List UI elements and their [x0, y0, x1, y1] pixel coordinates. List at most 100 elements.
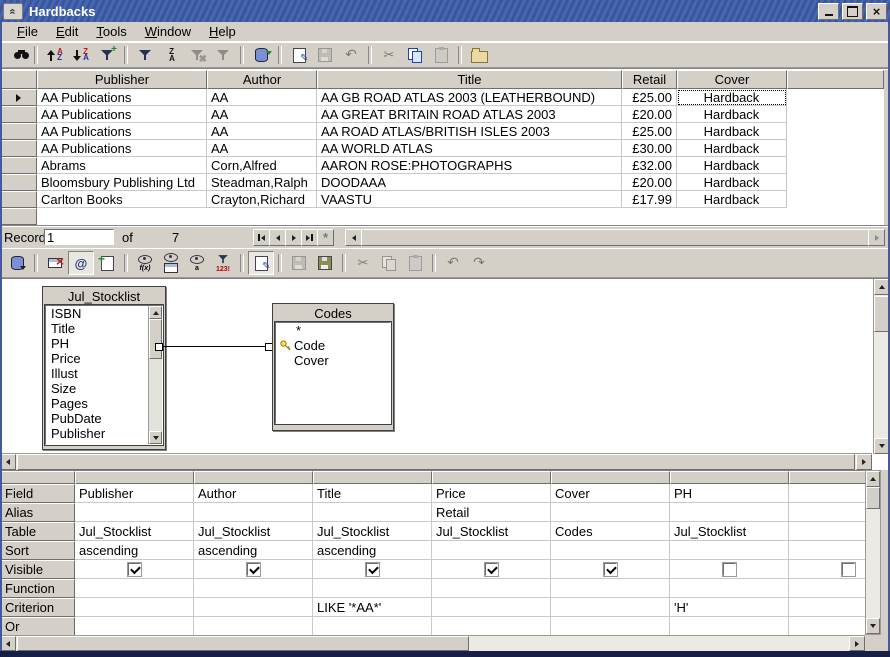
sort-order-button[interactable]: ZA: [158, 43, 184, 67]
criterion-cell[interactable]: [432, 598, 551, 617]
edit-button[interactable]: ✎: [248, 251, 274, 275]
cell[interactable]: AA: [207, 106, 317, 123]
sort-cell[interactable]: [432, 541, 551, 560]
criterion-cell[interactable]: [789, 598, 865, 617]
edit-data-button[interactable]: ✎: [286, 43, 312, 67]
scroll-thumb[interactable]: [17, 454, 855, 470]
last-record-button[interactable]: [301, 229, 318, 246]
cell[interactable]: Hardback: [677, 106, 787, 123]
cell[interactable]: DOODAAA: [317, 174, 622, 191]
scroll-down-button[interactable]: [866, 618, 880, 634]
criterion-cell[interactable]: [551, 598, 670, 617]
or-cell[interactable]: [551, 617, 670, 635]
criterion-cell[interactable]: [194, 598, 313, 617]
visible-checkbox[interactable]: [247, 563, 260, 576]
next-record-button[interactable]: [285, 229, 302, 246]
visible-checkbox[interactable]: [604, 563, 617, 576]
scroll-up-button[interactable]: [866, 471, 880, 487]
cell[interactable]: AA Publications: [37, 89, 207, 106]
menu-tools[interactable]: Tools: [87, 22, 135, 41]
first-record-button[interactable]: [253, 229, 270, 246]
sort-descending-button[interactable]: ZA: [68, 43, 94, 67]
cell[interactable]: Carlton Books: [37, 191, 207, 208]
column-header-author[interactable]: Author: [207, 70, 317, 89]
cell[interactable]: Bloomsbury Publishing Ltd: [37, 174, 207, 191]
visible-cell[interactable]: [194, 560, 313, 579]
alias-button[interactable]: a: [184, 251, 210, 275]
cut-button[interactable]: ✂: [376, 43, 402, 67]
grid-hscroll-thumb[interactable]: [361, 229, 869, 246]
cell[interactable]: Hardback: [677, 174, 787, 191]
field-cell[interactable]: PH: [670, 484, 789, 503]
field-item[interactable]: Illust: [46, 366, 162, 381]
close-button[interactable]: ×: [866, 3, 887, 20]
or-cell[interactable]: [670, 617, 789, 635]
scroll-left-button[interactable]: [0, 454, 16, 470]
field-cell[interactable]: Publisher: [75, 484, 194, 503]
criterion-cell[interactable]: 'H': [670, 598, 789, 617]
table-cell[interactable]: Jul_Stocklist: [75, 522, 194, 541]
cell[interactable]: £20.00: [622, 106, 677, 123]
cell[interactable]: AARON ROSE:PHOTOGRAPHS: [317, 157, 622, 174]
grid-corner[interactable]: [0, 70, 37, 89]
table-name-button[interactable]: [158, 251, 184, 275]
cell[interactable]: AA Publications: [37, 140, 207, 157]
design-table-codes[interactable]: Codes * Code Cover: [272, 303, 394, 431]
or-cell[interactable]: [313, 617, 432, 635]
column-header-retail[interactable]: Retail: [622, 70, 677, 89]
add-tables-button[interactable]: +: [94, 251, 120, 275]
table-cell[interactable]: Jul_Stocklist: [670, 522, 789, 541]
sort-cell[interactable]: [551, 541, 670, 560]
field-cell[interactable]: Author: [194, 484, 313, 503]
visible-checkbox[interactable]: [128, 563, 141, 576]
field-item[interactable]: PH: [46, 336, 162, 351]
scroll-down-button[interactable]: [149, 431, 162, 444]
data-source-as-table-button[interactable]: [466, 43, 492, 67]
cell[interactable]: AA GB ROAD ATLAS 2003 (LEATHERBOUND): [317, 89, 622, 106]
design-table-jul-stocklist[interactable]: Jul_Stocklist ISBN Title PH Price Illust…: [42, 286, 166, 450]
refresh-button[interactable]: [248, 43, 274, 67]
cell[interactable]: £20.00: [622, 174, 677, 191]
visible-cell[interactable]: [432, 560, 551, 579]
menu-edit[interactable]: Edit: [47, 22, 87, 41]
cell[interactable]: AA Publications: [37, 123, 207, 140]
remove-filter-button[interactable]: [210, 43, 236, 67]
cell[interactable]: £30.00: [622, 140, 677, 157]
column-header-publisher[interactable]: Publisher: [37, 70, 207, 89]
visible-cell[interactable]: [313, 560, 432, 579]
field-item[interactable]: Price: [46, 351, 162, 366]
redo-button[interactable]: ↷: [466, 251, 492, 275]
row-header[interactable]: [0, 157, 37, 174]
visible-cell[interactable]: [551, 560, 670, 579]
cell[interactable]: VAASTU: [317, 191, 622, 208]
visible-cell[interactable]: [75, 560, 194, 579]
cut-button[interactable]: ✂: [350, 251, 376, 275]
autofilter-button[interactable]: +: [94, 43, 120, 67]
minimize-button[interactable]: [818, 3, 839, 20]
run-query-button[interactable]: [4, 251, 30, 275]
alias-cell[interactable]: Retail: [432, 503, 551, 522]
column-header-cover[interactable]: Cover: [677, 70, 787, 89]
field-item[interactable]: *: [276, 323, 390, 338]
distinct-values-button[interactable]: 123!: [210, 251, 236, 275]
function-cell[interactable]: [75, 579, 194, 598]
cell[interactable]: AA ROAD ATLAS/BRITISH ISLES 2003: [317, 123, 622, 140]
cell[interactable]: AA: [207, 89, 317, 106]
scroll-thumb[interactable]: [866, 487, 880, 509]
field-item[interactable]: PubDate: [46, 411, 162, 426]
apply-filter-button[interactable]: ✖: [184, 43, 210, 67]
grid-hscroll-right-button[interactable]: [868, 229, 885, 246]
table-cell[interactable]: [789, 522, 865, 541]
sort-ascending-button[interactable]: AZ: [42, 43, 68, 67]
cell-focused[interactable]: Hardback: [677, 89, 787, 106]
criterion-cell[interactable]: LIKE '*AA*': [313, 598, 432, 617]
paste-button[interactable]: [428, 43, 454, 67]
visible-checkbox[interactable]: [366, 563, 379, 576]
scroll-thumb[interactable]: [17, 636, 469, 651]
cell[interactable]: £32.00: [622, 157, 677, 174]
copy-button[interactable]: [376, 251, 402, 275]
field-item[interactable]: Publisher: [46, 426, 162, 441]
table-cell[interactable]: Jul_Stocklist: [432, 522, 551, 541]
field-cell[interactable]: Price: [432, 484, 551, 503]
maximize-button[interactable]: [842, 3, 863, 20]
